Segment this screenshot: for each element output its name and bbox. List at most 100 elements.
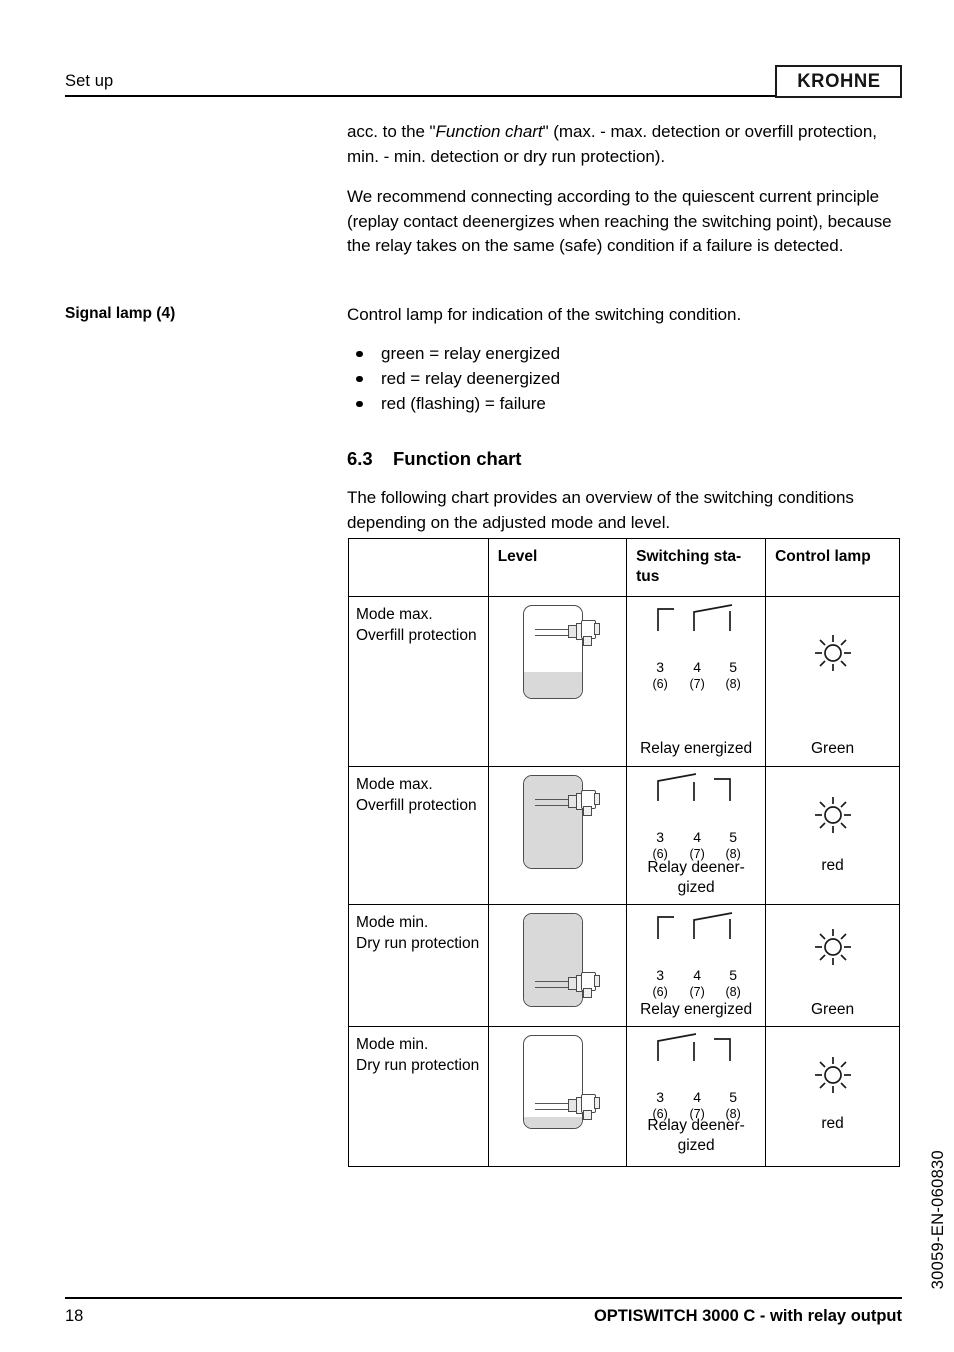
probe-rod-icon — [535, 1103, 572, 1110]
terminal-3: 3 — [656, 659, 664, 675]
signal-lamp-icon — [814, 929, 851, 965]
signal-lamp-icon — [814, 1057, 851, 1093]
relay-contact-diagram — [627, 767, 765, 829]
terminal-3: 3 — [656, 1089, 664, 1105]
lamp-color-label: Green — [811, 740, 855, 757]
footer-document-title: OPTISWITCH 3000 C - with relay output — [593, 1307, 902, 1325]
lamp-icon-wrap — [766, 767, 899, 837]
bullet-icon — [356, 375, 363, 382]
sensor-housing-icon — [568, 1093, 601, 1120]
terminal-alt-8: (8) — [725, 985, 741, 999]
lamp-icon-wrap — [766, 597, 899, 675]
terminal-4: 4 — [693, 659, 701, 675]
cell-mode: Mode min. Dry run protection — [348, 904, 489, 1027]
function-chart-table: Level Switching sta-tus Control lamp Mod… — [348, 538, 900, 1167]
table-body: Mode max. Overfill protection 3 4 5 (6) … — [348, 596, 900, 1167]
probe-rod-icon — [535, 799, 572, 806]
relay-status-text: Relay deener-gized — [647, 859, 745, 896]
cell-switching-status: 3 4 5 (6) (7) (8) Relay energized — [626, 904, 767, 1027]
list-item-label: green = relay energized — [381, 344, 561, 363]
terminal-3: 3 — [656, 967, 664, 983]
tank-diagram — [489, 597, 626, 699]
column-header-mode — [348, 538, 489, 597]
column-header-control-lamp: Control lamp — [765, 538, 900, 597]
table-row: Mode min. Dry run protection 3 4 5 (6) (… — [348, 1026, 900, 1167]
page-header: Set up KROHNE — [65, 65, 902, 108]
terminal-numbers: 3 4 5 — [627, 659, 765, 676]
mode-line-2: Overfill protection — [356, 626, 477, 644]
mode-line-2: Dry run protection — [356, 934, 480, 952]
cell-mode: Mode max. Overfill protection — [348, 766, 489, 905]
terminal-numbers: 3 4 5 — [627, 829, 765, 846]
terminal-3: 3 — [656, 829, 664, 845]
sensor-housing-icon — [568, 971, 601, 998]
krohne-logo: KROHNE — [775, 65, 902, 98]
terminal-numbers: 3 4 5 — [627, 967, 765, 984]
acc-italic-function-chart: Function chart — [435, 122, 543, 141]
cell-mode: Mode max. Overfill protection — [348, 596, 489, 767]
relay-contact-svg — [657, 1033, 731, 1061]
relay-contact-diagram — [627, 597, 765, 659]
relay-contact-diagram — [627, 905, 765, 967]
cell-control-lamp: Green — [765, 904, 900, 1027]
cell-switching-status: 345 (6) (7) (8) Relay deener-gized — [626, 1026, 767, 1167]
mode-line-2: Overfill protection — [356, 796, 477, 814]
document-code-vertical: 30059-EN-060830 — [929, 1150, 947, 1290]
column-header-switching-status: Switching sta-tus — [626, 538, 767, 597]
paragraph-recommendation: We recommend connecting according to the… — [347, 187, 892, 255]
acc-pre: acc. to the " — [347, 122, 436, 141]
liquid-fill — [524, 672, 583, 698]
terminal-5: 5 — [729, 659, 737, 675]
terminal-4: 4 — [693, 1089, 701, 1105]
table-row: Mode max. Overfill protection 3 4 5 (6) … — [348, 766, 900, 905]
body-column: acc. to the "Function chart" (max. - max… — [347, 120, 907, 551]
relay-status-text: Relay energized — [640, 1001, 753, 1018]
terminal-alt-numbers: (6) (7) (8) — [627, 676, 765, 692]
relay-contact-svg — [657, 912, 733, 939]
section-number: 6.3 — [347, 448, 373, 469]
signal-lamp-icon — [814, 635, 851, 671]
list-item: red (flashing) = failure — [347, 391, 907, 416]
bullet-icon — [356, 350, 363, 357]
terminal-5: 5 — [729, 1089, 737, 1105]
terminal-alt-8: (8) — [725, 677, 741, 691]
terminal-alt-numbers: (6) (7) (8) — [627, 984, 765, 1000]
terminal-alt-6: (6) — [652, 985, 668, 999]
footer-divider — [65, 1297, 902, 1299]
section-title: Function chart — [393, 448, 522, 469]
mode-line-1: Mode max. — [356, 606, 433, 623]
lamp-color-label: Green — [811, 1001, 855, 1018]
cell-mode: Mode min. Dry run protection — [348, 1026, 489, 1167]
paragraph-acc-to-function-chart: acc. to the "Function chart" (max. - max… — [347, 120, 907, 169]
mode-line-1: Mode min. — [356, 1036, 429, 1053]
signal-lamp-icon — [814, 797, 851, 833]
table-header-row: Level Switching sta-tus Control lamp — [348, 538, 900, 597]
lamp-color-label: red — [821, 857, 844, 874]
relay-contact-diagram — [627, 1027, 765, 1089]
mode-line-1: Mode max. — [356, 776, 433, 793]
terminal-alt-7: (7) — [689, 985, 705, 999]
header-divider — [65, 95, 775, 97]
lamp-color-label: red — [821, 1115, 844, 1132]
lamp-state-list: green = relay energized red = relay deen… — [347, 341, 907, 416]
terminal-alt-6: (6) — [652, 677, 668, 691]
relay-contact-svg — [657, 773, 731, 801]
mode-line-2: Dry run protection — [356, 1056, 480, 1074]
cell-switching-status: 345 (6) (7) (8) Relay deener-gized — [626, 766, 767, 905]
table-row: Mode min. Dry run protection 3 4 5 (6) (… — [348, 904, 900, 1027]
list-item: red = relay deenergized — [347, 366, 907, 391]
mode-line-1: Mode min. — [356, 914, 429, 931]
list-item-label: red = relay deenergized — [381, 369, 561, 388]
cell-control-lamp: Green — [765, 596, 900, 767]
cell-switching-status: 3 4 5 (6) (7) (8) Relay energized — [626, 596, 767, 767]
margin-note-signal-lamp: Signal lamp (4) — [65, 303, 335, 324]
terminal-alt-7: (7) — [689, 677, 705, 691]
cell-level — [487, 1026, 628, 1167]
list-item-label: red (flashing) = failure — [381, 394, 546, 413]
tank-diagram — [489, 905, 626, 1007]
table-row: Mode max. Overfill protection 3 4 5 (6) … — [348, 596, 900, 767]
document-page: Set up KROHNE Signal lamp (4) acc. to th… — [0, 0, 954, 1352]
krohne-logo-text: KROHNE — [796, 71, 881, 92]
sensor-housing-icon — [568, 619, 601, 646]
